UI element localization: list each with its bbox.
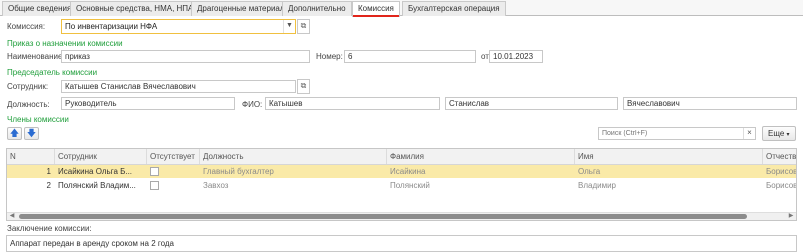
column-header-position[interactable]: Должность [200,149,387,164]
arrow-down-icon[interactable]: 🡇 [24,127,39,140]
chairman-position-label: Должность: [7,100,50,109]
scroll-left-icon[interactable]: ◀ [8,213,16,220]
order-number-field[interactable]: 6 [344,50,476,63]
commission-label: Комиссия: [7,22,46,31]
row-last-name: Полянский [390,181,430,190]
row-employee[interactable]: Полянский Владим... [55,179,147,192]
more-label: Еще [768,129,785,138]
conclusion-textarea[interactable]: Аппарат передан в аренду сроком на 2 год… [6,235,797,252]
row-absent [147,179,200,192]
absent-checkbox[interactable] [150,180,159,190]
more-button[interactable]: Еще ▾ [762,126,796,141]
scrollbar-thumb[interactable] [19,214,747,219]
chairman-employee-field[interactable]: Катышев Станислав Вячеславович [61,80,296,93]
chairman-last-name-field[interactable]: Катышев [265,97,440,110]
order-name-label: Наименование: [7,52,65,61]
members-table[interactable]: N Сотрудник Отсутствует Должность Фамили… [6,148,797,221]
chairman-section-title: Председатель комиссии [7,68,98,77]
chairman-first-name-field[interactable]: Станислав [445,97,618,110]
chevron-down-icon: ▾ [786,132,790,138]
arrow-up-icon[interactable]: 🡅 [7,127,22,140]
open-link-icon[interactable]: ⧉ [297,19,310,34]
commission-select[interactable]: По инвентаризации НФА ▼ [61,19,296,34]
horizontal-scrollbar[interactable]: ◀ ▶ [7,212,796,220]
order-number-label: Номер: [316,52,343,61]
row-last-name: Исайкина [390,167,426,176]
table-row[interactable]: 1 Исайкина Ольга Б... Главный бухгалтер … [7,165,797,178]
order-date-field[interactable]: 10.01.2023 [489,50,543,63]
column-header-last-name[interactable]: Фамилия [387,149,575,164]
chevron-down-icon[interactable]: ▼ [283,20,295,33]
chairman-employee-label: Сотрудник: [7,82,49,91]
column-header-n[interactable]: N [7,149,55,164]
row-patronymic: Борисов [766,181,797,190]
column-header-absent[interactable]: Отсутствует [147,149,200,164]
tab-general[interactable]: Общие сведения [2,1,78,16]
row-absent [147,165,200,178]
commission-value: По инвентаризации НФА [65,22,158,31]
conclusion-label: Заключение комиссии: [7,224,92,233]
chairman-position-field[interactable]: Руководитель [61,97,235,110]
open-link-icon[interactable]: ⧉ [297,79,310,94]
row-number: 1 [46,167,51,176]
search-box[interactable]: × [598,127,756,140]
column-header-employee[interactable]: Сотрудник [55,149,147,164]
scroll-right-icon[interactable]: ▶ [787,213,795,220]
row-position: Завхоз [203,181,229,190]
row-patronymic: Борисов [766,167,797,176]
members-section-title: Члены комиссии [7,115,69,124]
tab-commission[interactable]: Комиссия [352,1,400,17]
column-header-patronymic[interactable]: Отчество [763,149,796,164]
tab-accounting-operation[interactable]: Бухгалтерская операция [402,1,506,16]
row-position: Главный бухгалтер [203,167,274,176]
row-first-name: Ольга [578,167,601,176]
tab-precious-materials[interactable]: Драгоценные материалы [191,1,297,16]
close-icon[interactable]: × [743,128,755,139]
absent-checkbox[interactable] [150,166,159,176]
order-section-title: Приказ о назначении комиссии [7,39,123,48]
column-header-first-name[interactable]: Имя [575,149,763,164]
chairman-patronymic-field[interactable]: Вячеславович [623,97,797,110]
tab-additional[interactable]: Дополнительно [282,1,352,16]
row-employee[interactable]: Исайкина Ольга Б... [55,165,147,178]
table-row[interactable]: 2 Полянский Владим... Завхоз Полянский В… [7,179,797,192]
order-name-field[interactable]: приказ [61,50,310,63]
table-header: N Сотрудник Отсутствует Должность Фамили… [7,149,796,165]
tab-bar: Общие сведения Основные средства, НМА, Н… [0,0,803,17]
tab-fixed-assets[interactable]: Основные средства, НМА, НПА [70,1,200,16]
search-input[interactable] [599,128,755,139]
row-number: 2 [46,181,51,190]
row-first-name: Владимир [578,181,617,190]
chairman-fio-label: ФИО: [242,100,263,109]
